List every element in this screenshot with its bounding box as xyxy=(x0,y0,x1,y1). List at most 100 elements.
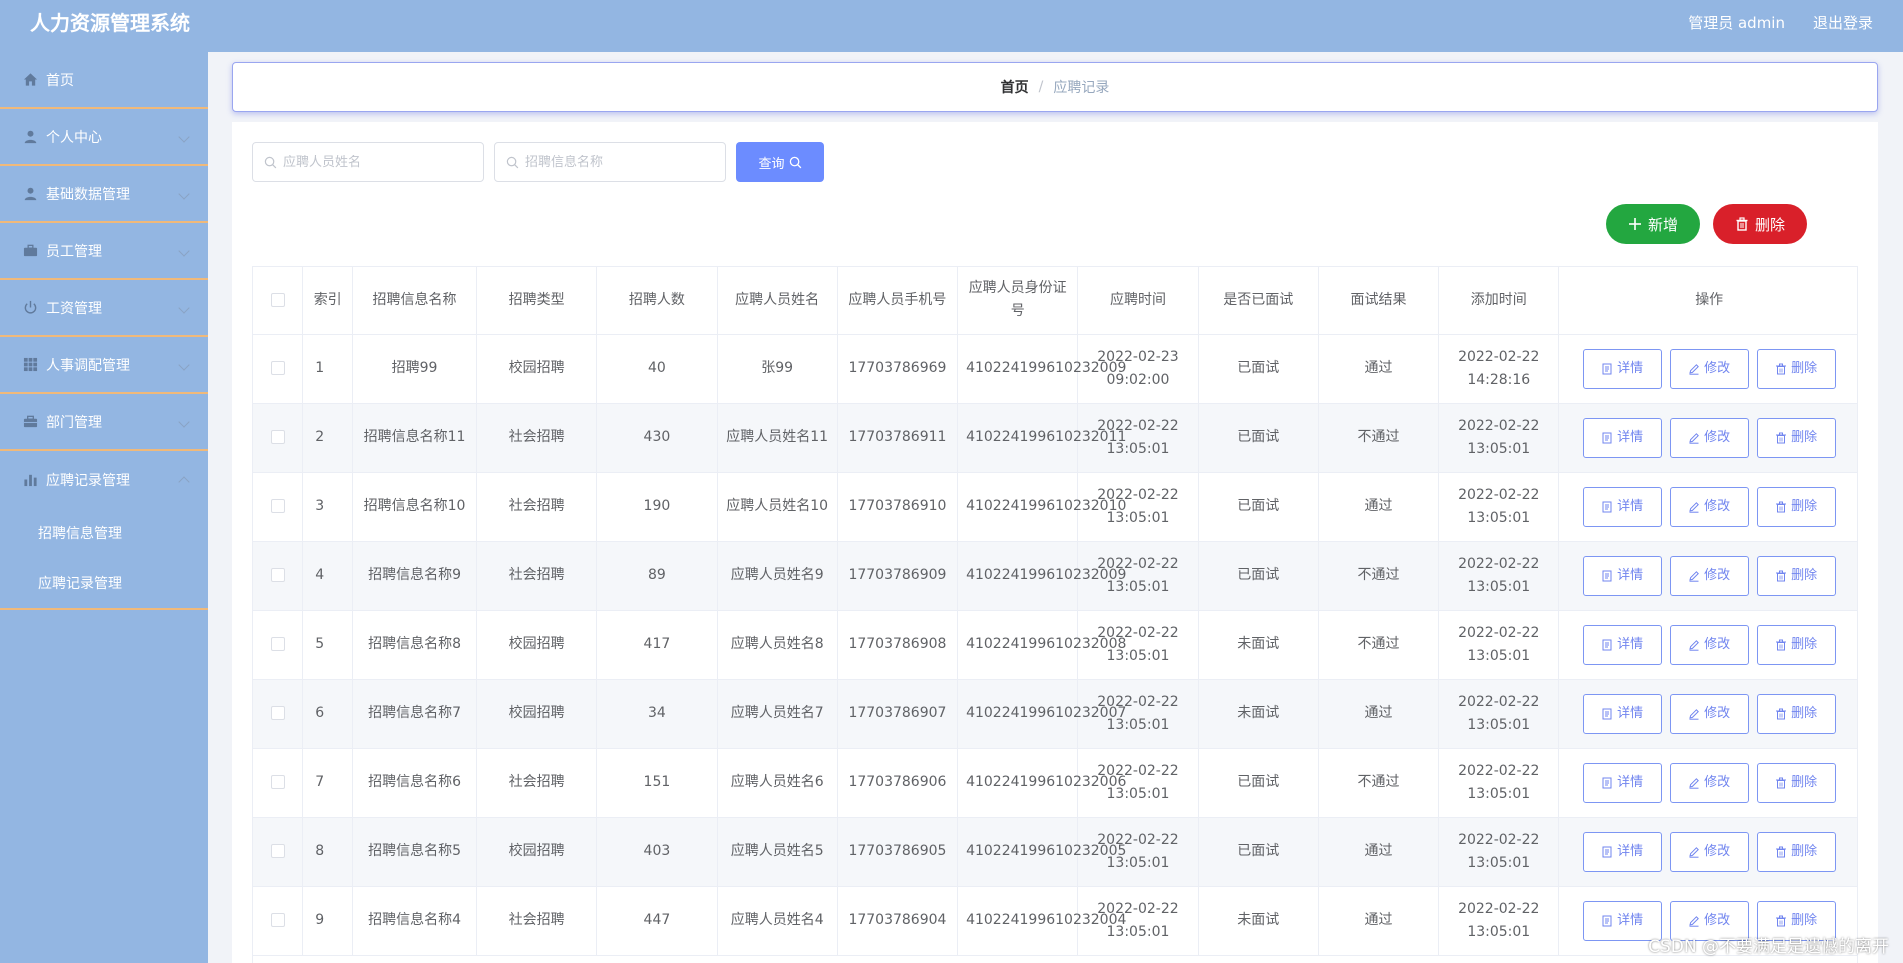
row-checkbox[interactable] xyxy=(270,637,285,651)
add-button[interactable]: 新增 xyxy=(1606,204,1700,244)
row-checkbox[interactable] xyxy=(270,568,285,582)
applicant-idcard: 410224199610232009 xyxy=(957,334,1126,404)
breadcrumb-home[interactable]: 首页 xyxy=(1001,77,1029,97)
trash-icon xyxy=(1776,432,1787,443)
sidebar-item-department[interactable]: 部门管理 xyxy=(0,394,208,451)
recruitment-info-name: 招聘信息名称9 xyxy=(352,541,477,611)
power-icon xyxy=(22,300,38,316)
sidebar-item-personnel[interactable]: 人事调配管理 xyxy=(0,337,208,394)
table-header-row: 索引 招聘信息名称 招聘类型 招聘人数 应聘人员姓名 应聘人员手机号 应聘人员身… xyxy=(253,267,1857,335)
sidebar-item-home[interactable]: 首页 xyxy=(0,52,208,109)
chevron-down-icon xyxy=(178,416,190,428)
edit-button[interactable]: 修改 xyxy=(1669,555,1749,596)
document-icon xyxy=(1602,570,1612,581)
row-delete-button[interactable]: 删除 xyxy=(1756,555,1836,596)
row-delete-button[interactable]: 删除 xyxy=(1756,831,1836,872)
row-checkbox[interactable] xyxy=(270,775,285,789)
document-icon xyxy=(1602,846,1612,857)
sidebar: 首页 个人中心 基础数据管理 员工管理 工资管理 人事调配管理 部门管理 应聘记… xyxy=(0,52,208,963)
edit-button-label: 修改 xyxy=(1704,568,1731,583)
applicant-name-search[interactable] xyxy=(252,142,484,182)
trash-icon xyxy=(1776,915,1787,926)
select-all-checkbox[interactable] xyxy=(270,292,285,307)
batch-delete-button[interactable]: 删除 xyxy=(1713,204,1807,244)
row-index: 6 xyxy=(302,679,354,749)
row-delete-button[interactable]: 删除 xyxy=(1756,693,1836,734)
sidebar-item-label: 工资管理 xyxy=(46,300,102,317)
sidebar-subitem-recruitment-info[interactable]: 招聘信息管理 xyxy=(0,508,208,558)
edit-button[interactable]: 修改 xyxy=(1669,417,1749,458)
sidebar-item-salary[interactable]: 工资管理 xyxy=(0,280,208,337)
edit-icon xyxy=(1689,432,1700,444)
row-delete-button[interactable]: 删除 xyxy=(1756,417,1836,458)
detail-button-label: 详情 xyxy=(1617,775,1644,790)
column-header: 招聘类型 xyxy=(476,267,598,335)
column-header: 应聘人员姓名 xyxy=(717,267,838,335)
sidebar-item-application-records[interactable]: 应聘记录管理 xyxy=(0,451,208,508)
edit-button[interactable]: 修改 xyxy=(1669,831,1749,872)
row-checkbox[interactable] xyxy=(270,430,285,444)
edit-button[interactable]: 修改 xyxy=(1669,762,1749,803)
add-time: 2022-02-22 13:05:01 xyxy=(1438,679,1560,749)
query-button-label: 查询 xyxy=(758,156,785,172)
user-icon xyxy=(22,186,38,202)
document-icon xyxy=(1602,432,1612,443)
sidebar-item-label: 员工管理 xyxy=(46,243,102,260)
edit-button[interactable]: 修改 xyxy=(1669,693,1749,734)
edit-button[interactable]: 修改 xyxy=(1669,486,1749,527)
row-delete-button[interactable]: 删除 xyxy=(1756,762,1836,803)
detail-button[interactable]: 详情 xyxy=(1582,417,1662,458)
row-checkbox[interactable] xyxy=(270,361,285,375)
interview-result: 通过 xyxy=(1318,472,1440,542)
sidebar-subitem-application-records[interactable]: 应聘记录管理 xyxy=(0,558,208,608)
query-button[interactable]: 查询 xyxy=(736,142,824,182)
row-delete-button-label: 删除 xyxy=(1791,361,1818,376)
detail-button[interactable]: 详情 xyxy=(1582,486,1662,527)
detail-button[interactable]: 详情 xyxy=(1582,831,1662,872)
detail-button[interactable]: 详情 xyxy=(1582,762,1662,803)
interview-status: 未面试 xyxy=(1198,886,1319,956)
add-time: 2022-02-22 13:05:01 xyxy=(1438,886,1560,956)
detail-button[interactable]: 详情 xyxy=(1582,624,1662,665)
row-delete-button[interactable]: 删除 xyxy=(1756,624,1836,665)
interview-result: 不通过 xyxy=(1318,403,1440,473)
interview-result: 通过 xyxy=(1318,817,1440,887)
row-checkbox[interactable] xyxy=(270,913,285,927)
interview-status: 未面试 xyxy=(1198,679,1319,749)
applicant-name: 应聘人员姓名7 xyxy=(717,679,838,749)
edit-button-label: 修改 xyxy=(1704,706,1731,721)
sidebar-item-basic-data[interactable]: 基础数据管理 xyxy=(0,166,208,223)
select-all-cell xyxy=(253,267,304,335)
edit-icon xyxy=(1689,363,1700,375)
detail-button-label: 详情 xyxy=(1617,913,1644,928)
edit-button[interactable]: 修改 xyxy=(1669,348,1749,389)
sidebar-item-personal-center[interactable]: 个人中心 xyxy=(0,109,208,166)
row-delete-button-label: 删除 xyxy=(1791,706,1818,721)
row-delete-button[interactable]: 删除 xyxy=(1756,486,1836,527)
row-index: 3 xyxy=(302,472,354,542)
detail-button[interactable]: 详情 xyxy=(1582,555,1662,596)
add-button-label: 新增 xyxy=(1647,215,1678,234)
column-header: 操作 xyxy=(1558,267,1857,335)
sidebar-item-employee[interactable]: 员工管理 xyxy=(0,223,208,280)
column-header: 面试结果 xyxy=(1318,267,1440,335)
applicant-name-input[interactable] xyxy=(283,154,463,170)
detail-button[interactable]: 详情 xyxy=(1582,693,1662,734)
edit-button[interactable]: 修改 xyxy=(1669,624,1749,665)
row-delete-button[interactable]: 删除 xyxy=(1756,348,1836,389)
row-checkbox[interactable] xyxy=(270,844,285,858)
table-row: 7 招聘信息名称6 社会招聘 151 应聘人员姓名6 17703786906 4102241… xyxy=(253,748,1857,818)
row-checkbox[interactable] xyxy=(270,499,285,513)
recruitment-info-input[interactable] xyxy=(525,154,705,170)
row-checkbox[interactable] xyxy=(270,706,285,720)
logout-link[interactable]: 退出登录 xyxy=(1813,13,1873,33)
detail-button[interactable]: 详情 xyxy=(1582,348,1662,389)
row-index: 4 xyxy=(302,541,354,611)
chevron-down-icon xyxy=(178,359,190,371)
recruitment-count: 34 xyxy=(596,679,718,749)
recruitment-info-search[interactable] xyxy=(494,142,726,182)
interview-result: 通过 xyxy=(1318,886,1440,956)
applicant-idcard: 410224199610232009 xyxy=(957,541,1126,611)
sidebar-item-label: 首页 xyxy=(46,72,74,89)
row-index: 2 xyxy=(302,403,354,473)
